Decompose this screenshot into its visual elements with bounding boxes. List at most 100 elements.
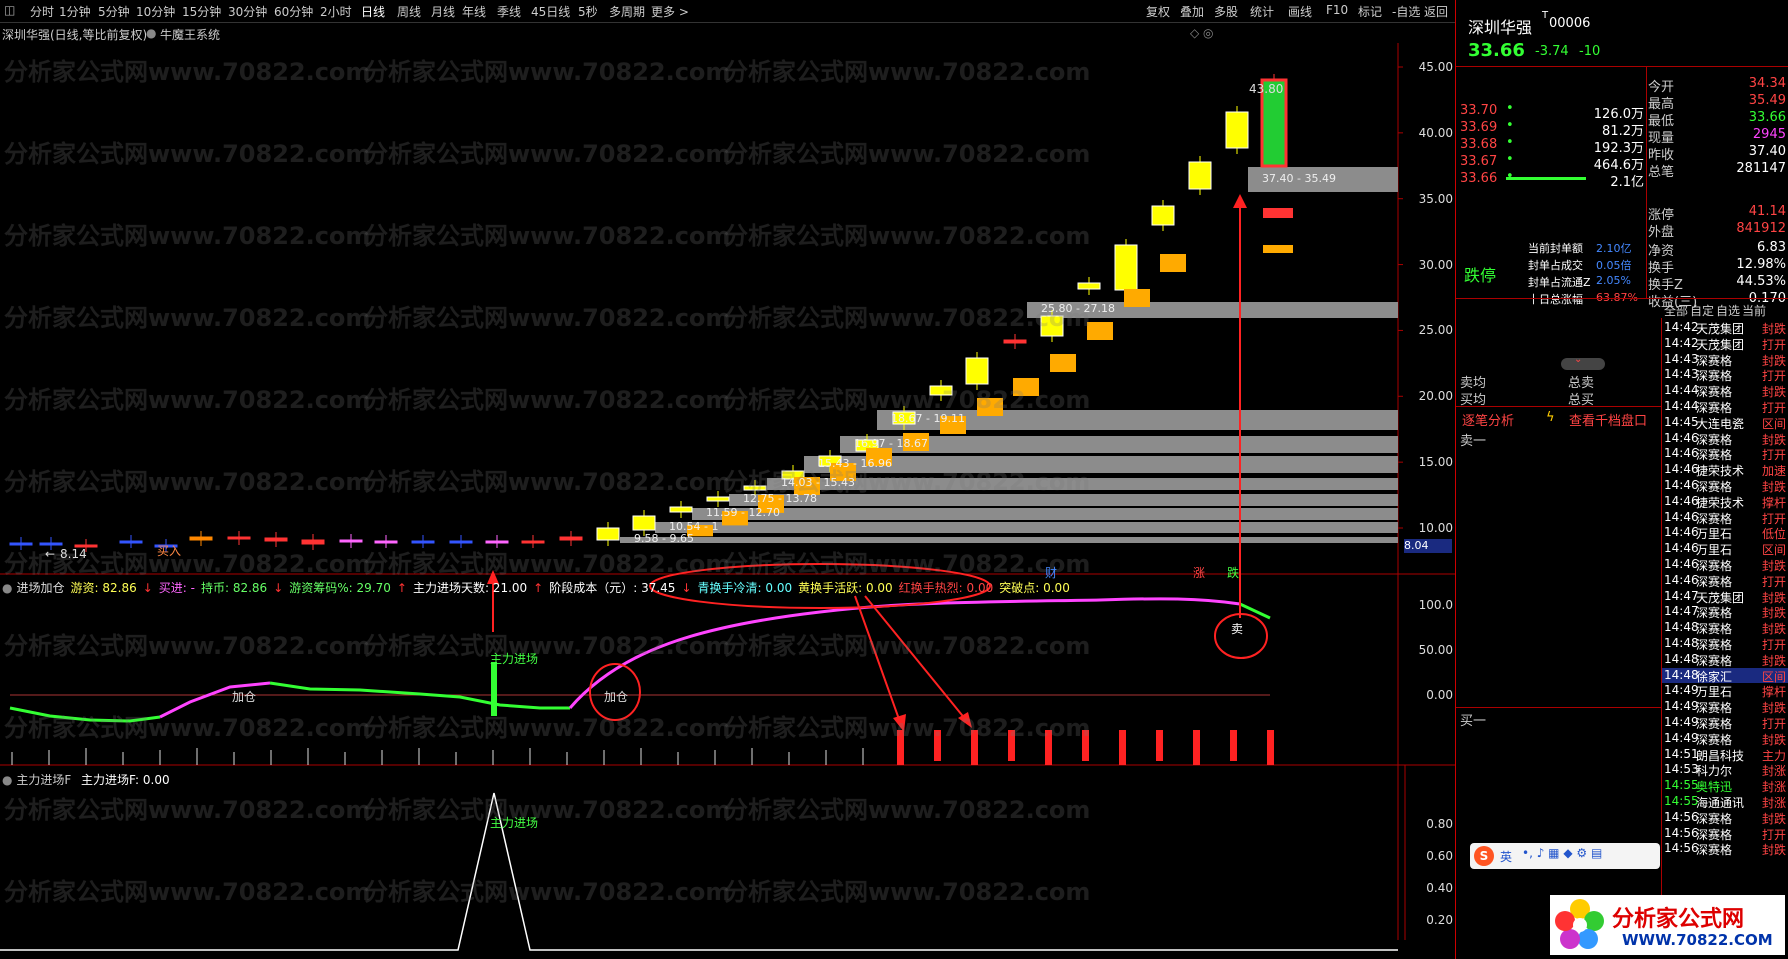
seal-label: 当前封单额 <box>1528 242 1583 255</box>
news-tab[interactable]: 当前 <box>1742 302 1766 319</box>
news-row[interactable]: 14:43 深赛格 封跌 <box>1662 352 1788 368</box>
period-tab[interactable]: 1分钟 <box>59 3 91 20</box>
period-tab[interactable]: 60分钟 <box>274 3 313 20</box>
news-signal: 打开 <box>1762 448 1787 463</box>
ime-mode[interactable]: 英 <box>1500 848 1512 865</box>
sell-signal-label: 卖 <box>1231 622 1244 636</box>
window-menu-icon[interactable]: ◫ <box>4 3 15 17</box>
news-row[interactable]: 14:55 奥特迅 封涨 <box>1662 778 1788 794</box>
toolbar-button[interactable]: 标记 <box>1358 3 1382 20</box>
news-row[interactable]: 14:46 捷荣技术 撑杆 <box>1662 494 1788 510</box>
jiacang-label-2: 加仓 <box>604 690 629 704</box>
period-tab[interactable]: 分时 <box>30 3 54 20</box>
indicator-value: 买进: - <box>158 581 195 595</box>
period-tab[interactable]: 5秒 <box>578 3 598 20</box>
layout-toggle-icon[interactable]: ◇ ◎ <box>1190 26 1214 40</box>
chevron-down-icon[interactable]: ⌄ <box>1574 354 1582 365</box>
news-tab[interactable]: 自定 <box>1690 302 1714 319</box>
news-tab[interactable]: 全部 <box>1664 302 1688 319</box>
news-row[interactable]: 14:49 万里石 撑杆 <box>1662 683 1788 699</box>
period-tab[interactable]: 多周期 <box>609 3 645 20</box>
news-row[interactable]: 14:48 深赛格 封跌 <box>1662 620 1788 636</box>
news-row[interactable]: 14:46 深赛格 封跌 <box>1662 431 1788 447</box>
toolbar-button[interactable]: 多股 <box>1214 3 1238 20</box>
period-tab[interactable]: 年线 <box>462 3 486 20</box>
news-row[interactable]: 14:46 深赛格 打开 <box>1662 446 1788 463</box>
news-row[interactable]: 14:48 徐家汇 区间 <box>1662 667 1788 684</box>
news-row[interactable]: 14:49 深赛格 封跌 <box>1662 731 1788 747</box>
period-tab[interactable]: 2小时 <box>320 3 352 20</box>
news-row[interactable]: 14:56 深赛格 封跌 <box>1662 841 1788 857</box>
news-row[interactable]: 14:49 深赛格 封跌 <box>1662 699 1788 715</box>
price-tick: 35.00 <box>1418 191 1453 206</box>
toolbar-button[interactable]: 统计 <box>1250 3 1274 20</box>
news-row[interactable]: 14:53 科力尔 封涨 <box>1662 762 1788 778</box>
ime-tool-icons[interactable]: •, ♪ ▦ ◆ ⚙ ▤ <box>1522 846 1602 860</box>
stat-label: 外盘 <box>1648 225 1675 240</box>
period-tab[interactable]: 15分钟 <box>182 3 221 20</box>
news-tab[interactable]: 自选 <box>1716 302 1740 319</box>
indicator-value: 红换手热烈: 0.00 <box>898 581 994 595</box>
indicator2-name[interactable]: 主力进场F <box>16 773 71 787</box>
seal-value: 2.05% <box>1596 274 1631 287</box>
news-row[interactable]: 14:48 深赛格 打开 <box>1662 636 1788 652</box>
news-row[interactable]: 14:56 深赛格 打开 <box>1662 826 1788 842</box>
news-row[interactable]: 14:46 万里石 区间 <box>1662 541 1788 557</box>
toolbar-button[interactable]: 叠加 <box>1180 3 1204 20</box>
news-time: 14:46 <box>1664 509 1699 524</box>
toolbar-button[interactable]: F10 <box>1326 3 1348 17</box>
news-row[interactable]: 14:46 深赛格 封跌 <box>1662 557 1788 573</box>
indicator-name[interactable]: 进场加仓 <box>16 581 64 595</box>
news-row[interactable]: 14:47 天茂集团 封跌 <box>1662 588 1788 605</box>
period-tab[interactable]: 周线 <box>397 3 421 20</box>
news-row[interactable]: 14:44 深赛格 打开 <box>1662 399 1788 415</box>
indicator-tick: 100.0 <box>1418 598 1453 612</box>
news-row[interactable]: 14:46 深赛格 打开 <box>1662 573 1788 589</box>
news-row[interactable]: 14:42 天茂集团 封跌 <box>1662 320 1788 336</box>
indicator-value: ↑ <box>396 581 407 595</box>
news-time: 14:48 <box>1664 636 1699 650</box>
period-tab[interactable]: 10分钟 <box>136 3 175 20</box>
news-row[interactable]: 14:51 朗昌科技 主力 <box>1662 747 1788 763</box>
news-time: 14:45 <box>1664 414 1699 429</box>
bid-price: 33.66 <box>1460 171 1498 186</box>
period-tab[interactable]: 月线 <box>431 3 455 20</box>
toolbar-button[interactable]: -自选 <box>1392 3 1420 20</box>
news-signal: 打开 <box>1762 369 1787 384</box>
formula-name[interactable]: 牛魔王系统 <box>160 26 220 43</box>
news-row[interactable]: 14:55 海通通讯 封涨 <box>1662 794 1788 810</box>
toolbar-button[interactable]: 返回 <box>1424 3 1448 20</box>
collapse-handle[interactable] <box>1561 358 1605 370</box>
period-tab[interactable]: 季线 <box>497 3 521 20</box>
period-tab[interactable]: 45日线 <box>531 3 570 20</box>
news-row[interactable]: 14:44 深赛格 封跌 <box>1662 383 1788 399</box>
news-row[interactable]: 14:46 万里石 低位 <box>1662 525 1788 541</box>
news-time: 14:47 <box>1664 588 1699 603</box>
period-tab[interactable]: 5分钟 <box>98 3 130 20</box>
period-tab[interactable]: 30分钟 <box>228 3 267 20</box>
news-row[interactable]: 14:42 天茂集团 打开 <box>1662 336 1788 352</box>
level-view-link[interactable]: 查看千档盘口 <box>1569 410 1647 429</box>
collapse-icon[interactable]: ● <box>2 581 12 595</box>
toolbar-button[interactable]: 画线 <box>1288 3 1312 20</box>
news-row[interactable]: 14:43 深赛格 打开 <box>1662 367 1788 384</box>
news-row[interactable]: 14:46 捷荣技术 加速 <box>1662 462 1788 478</box>
sogou-logo-icon[interactable]: S <box>1474 846 1494 866</box>
news-row[interactable]: 14:46 深赛格 封跌 <box>1662 478 1788 494</box>
news-row[interactable]: 14:49 深赛格 打开 <box>1662 715 1788 731</box>
news-row[interactable]: 14:45 大连电瓷 区间 <box>1662 414 1788 431</box>
news-row[interactable]: 14:48 深赛格 封跌 <box>1662 652 1788 668</box>
news-signal: 打开 <box>1762 717 1787 731</box>
stat-value: 34.34 <box>1748 76 1786 91</box>
chart-stock-title[interactable]: 深圳华强(日线,等比前复权) <box>2 26 147 43</box>
collapse-icon[interactable]: ● <box>2 773 12 787</box>
period-tab[interactable]: 更多 > <box>651 3 689 20</box>
news-stock: 深赛格 <box>1696 448 1733 463</box>
news-row[interactable]: 14:56 深赛格 封跌 <box>1662 810 1788 826</box>
ime-toolbar[interactable]: S 英 •, ♪ ▦ ◆ ⚙ ▤ <box>1470 843 1660 869</box>
news-row[interactable]: 14:46 深赛格 打开 <box>1662 509 1788 526</box>
tick-analysis-link[interactable]: 逐笔分析 <box>1462 410 1514 429</box>
toolbar-button[interactable]: 复权 <box>1146 3 1170 20</box>
news-row[interactable]: 14:47 深赛格 封跌 <box>1662 604 1788 620</box>
period-tab[interactable]: 日线 <box>361 3 385 20</box>
